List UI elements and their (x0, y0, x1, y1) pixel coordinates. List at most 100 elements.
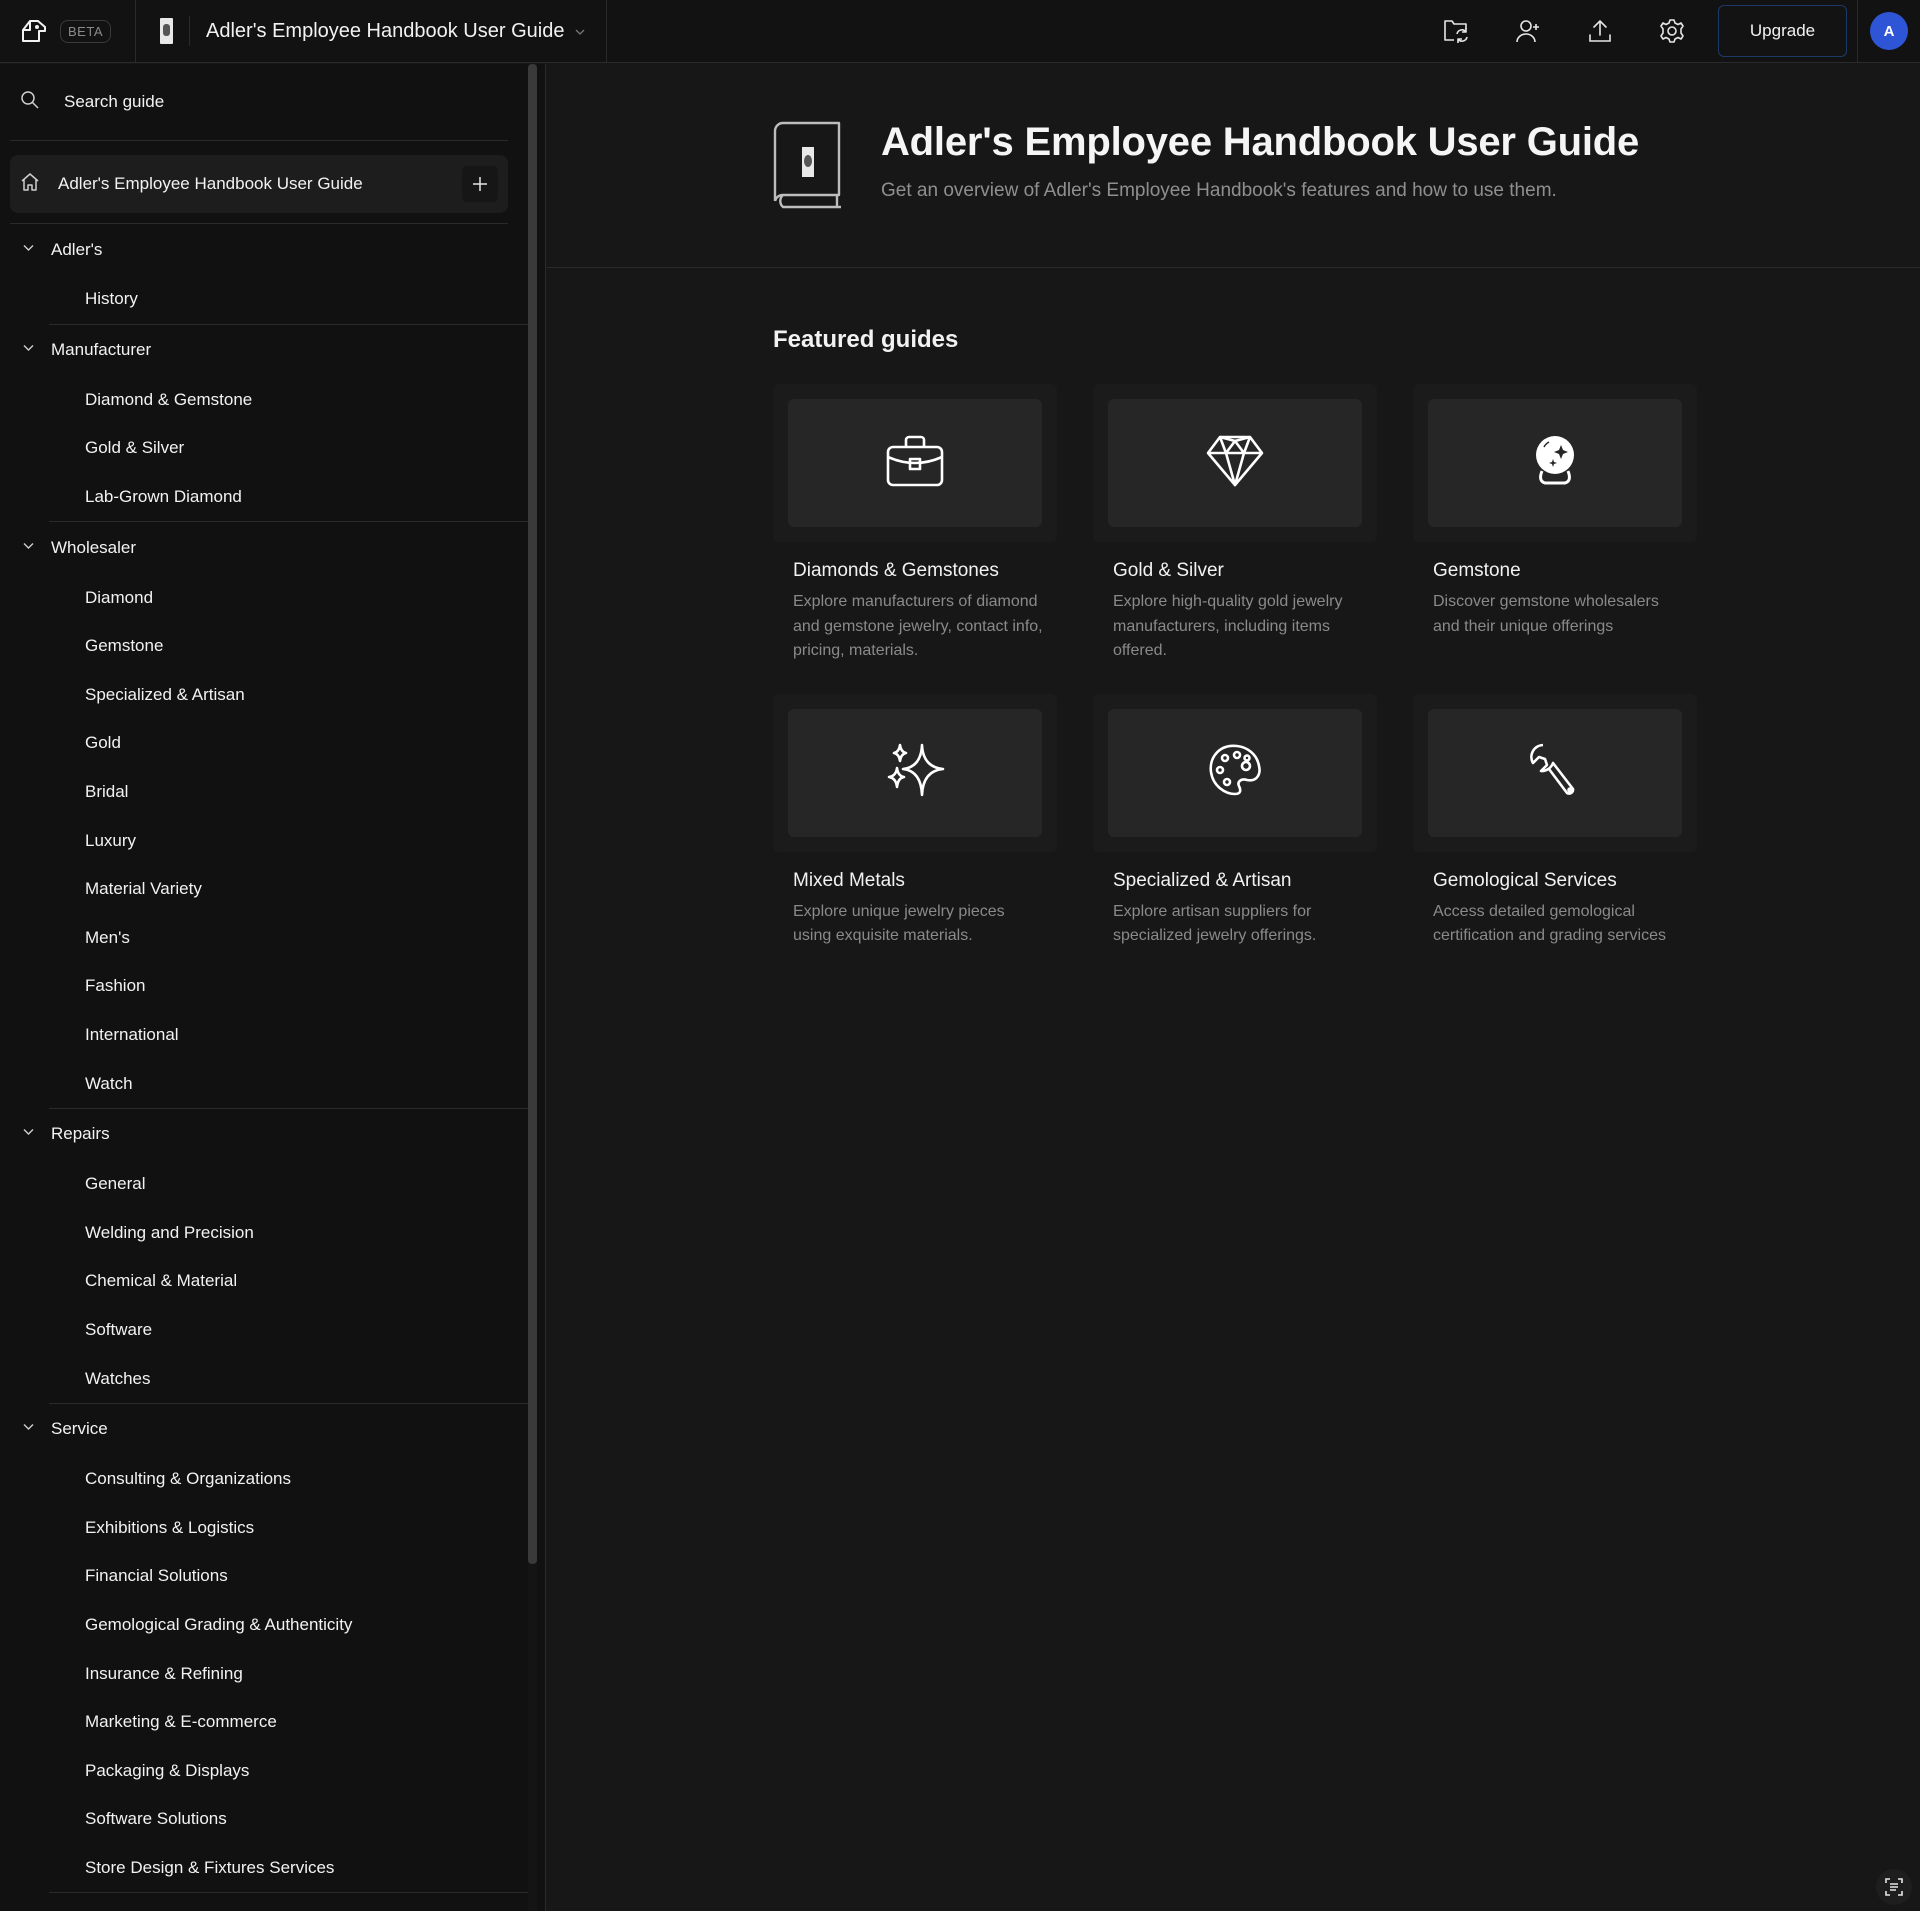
sidebar-item[interactable]: Chemical & Material (0, 1257, 528, 1306)
card-image (1108, 708, 1362, 837)
add-user-icon[interactable] (1492, 0, 1564, 63)
chevron-down-icon[interactable] (22, 241, 35, 259)
card-image (788, 399, 1042, 527)
card-title: Gold & Silver (1113, 560, 1224, 581)
chevron-down-icon[interactable] (22, 341, 35, 359)
page-title: Adler's Employee Handbook User Guide (881, 120, 1640, 164)
settings-gear-icon[interactable] (1636, 0, 1708, 63)
card-description: Explore artisan suppliers for specialize… (1113, 902, 1317, 945)
page-header: Adler's Employee Handbook User Guide Get… (547, 64, 1920, 268)
sidebar-item[interactable]: Welding and Precision (0, 1209, 528, 1258)
sidebar-section-header[interactable]: Repairs (0, 1109, 528, 1160)
sidebar-item[interactable]: Marketing & E-commerce (0, 1698, 528, 1747)
sidebar-item[interactable]: Packaging & Displays (0, 1746, 528, 1795)
card-image-frame (1093, 693, 1377, 852)
card-description: Discover gemstone wholesalers and their … (1433, 593, 1659, 635)
search-bar (10, 64, 508, 141)
sidebar-section-label: Repairs (51, 1124, 110, 1144)
sidebar-scrollbar-thumb[interactable] (528, 64, 537, 1564)
toolbar-actions: Upgrade A (1420, 0, 1920, 63)
card-image-frame (1093, 384, 1377, 542)
sidebar-item[interactable]: Gemological Grading & Authenticity (0, 1601, 528, 1650)
sidebar-item[interactable]: Specialized & Artisan (0, 671, 528, 720)
sidebar-item[interactable]: Diamond (0, 573, 528, 622)
sidebar-section-header[interactable]: Service (0, 1404, 528, 1455)
sidebar-item[interactable]: Lab-Grown Diamond (0, 473, 528, 522)
sidebar-item[interactable]: Watch (0, 1059, 528, 1108)
sidebar-item[interactable]: General (0, 1160, 528, 1209)
brand-area: BETA (0, 0, 136, 63)
main-content: Adler's Employee Handbook User Guide Get… (547, 64, 1920, 1911)
chevron-down-icon[interactable] (22, 1420, 35, 1438)
sidebar-item[interactable]: Watches (0, 1354, 528, 1403)
guide-card[interactable]: Specialized & Artisan Explore artisan su… (1093, 693, 1377, 949)
sidebar-section-header[interactable]: Manufacturer (0, 325, 528, 376)
sidebar-item[interactable]: Luxury (0, 816, 528, 865)
sidebar-section-header[interactable]: Wholesaler (0, 522, 528, 573)
top-bar: BETA Adler's Employee Handbook User Guid… (0, 0, 1920, 63)
sidebar-item[interactable]: Software (0, 1306, 528, 1355)
card-description: Access detailed gemological certificatio… (1433, 902, 1667, 945)
upgrade-button[interactable]: Upgrade (1718, 5, 1847, 57)
account-area: A (1857, 0, 1920, 63)
sidebar-item[interactable]: International (0, 1011, 528, 1060)
card-description: Explore manufacturers of diamond and gem… (793, 593, 1043, 659)
sidebar-section-header[interactable]: Adler's (0, 224, 528, 275)
search-input[interactable] (64, 92, 364, 112)
card-image (1428, 399, 1682, 527)
chevron-down-icon[interactable] (22, 1125, 35, 1143)
upload-icon[interactable] (1564, 0, 1636, 63)
sidebar-border (545, 64, 546, 1911)
card-title: Mixed Metals (793, 869, 905, 891)
chevron-down-icon (574, 25, 586, 37)
guide-card[interactable]: Gemological Services Access detailed gem… (1413, 693, 1697, 949)
sidebar-home-item[interactable]: Adler's Employee Handbook User Guide (10, 155, 508, 213)
avatar[interactable]: A (1870, 12, 1908, 50)
page-outline-button[interactable] (1876, 1869, 1912, 1905)
sidebar-item[interactable]: Insurance & Refining (0, 1649, 528, 1698)
document-thumbnail-icon (160, 18, 173, 44)
card-image-frame (773, 384, 1057, 542)
document-title: Adler's Employee Handbook User Guide (206, 19, 565, 42)
document-switcher[interactable]: Adler's Employee Handbook User Guide (136, 0, 608, 63)
sidebar-item[interactable]: Gemstone (0, 622, 528, 671)
add-page-button[interactable] (462, 166, 498, 202)
guide-card[interactable]: Gold & Silver Explore high-quality gold … (1093, 384, 1377, 664)
sidebar-item[interactable]: Men's (0, 914, 528, 963)
sidebar-item[interactable]: History (0, 275, 528, 324)
sidebar-section-label: Manufacturer (51, 340, 152, 360)
card-image-frame (773, 693, 1057, 852)
page-subtitle: Get an overview of Adler's Employee Hand… (881, 180, 1557, 201)
sidebar-section-label: Service (51, 1419, 108, 1439)
guide-card[interactable]: Mixed Metals Explore unique jewelry piec… (773, 693, 1057, 949)
card-image (788, 708, 1042, 837)
chevron-down-icon[interactable] (22, 539, 35, 557)
wrench-icon (1529, 743, 1581, 802)
guide-card[interactable]: Diamonds & Gemstones Explore manufacture… (773, 384, 1057, 664)
search-icon (20, 90, 64, 115)
home-icon (20, 172, 40, 197)
sidebar-item[interactable]: Financial Solutions (0, 1552, 528, 1601)
sidebar-section-label: Wholesaler (51, 537, 137, 557)
folder-sync-icon[interactable] (1420, 0, 1492, 63)
briefcase-icon (886, 435, 944, 492)
featured-guides-grid: Diamonds & Gemstones Explore manufacture… (773, 384, 1733, 949)
sidebar-item[interactable]: Material Variety (0, 865, 528, 914)
sidebar-item[interactable]: Consulting & Organizations (0, 1455, 528, 1504)
sidebar-item[interactable]: Diamond & Gemstone (0, 376, 528, 425)
card-title: Diamonds & Gemstones (793, 560, 999, 581)
guide-card[interactable]: Gemstone Discover gemstone wholesalers a… (1413, 384, 1697, 664)
diamond-icon (1206, 435, 1264, 492)
sidebar: Adler's Employee Handbook User Guide Adl… (0, 64, 546, 1911)
sidebar-item[interactable]: Software Solutions (0, 1795, 528, 1844)
sidebar-section-label: Adler's (51, 239, 103, 259)
sidebar-item[interactable]: Store Design & Fixtures Services (0, 1844, 528, 1893)
sidebar-item[interactable]: Exhibitions & Logistics (0, 1503, 528, 1552)
sidebar-item[interactable]: Bridal (0, 768, 528, 817)
sidebar-item[interactable]: Gold (0, 719, 528, 768)
card-image-frame (1413, 384, 1697, 542)
sidebar-item[interactable]: Fashion (0, 962, 528, 1011)
dog-logo-icon[interactable] (20, 17, 48, 45)
card-description: Explore unique jewelry pieces using exqu… (793, 902, 1005, 945)
sidebar-item[interactable]: Gold & Silver (0, 424, 528, 473)
